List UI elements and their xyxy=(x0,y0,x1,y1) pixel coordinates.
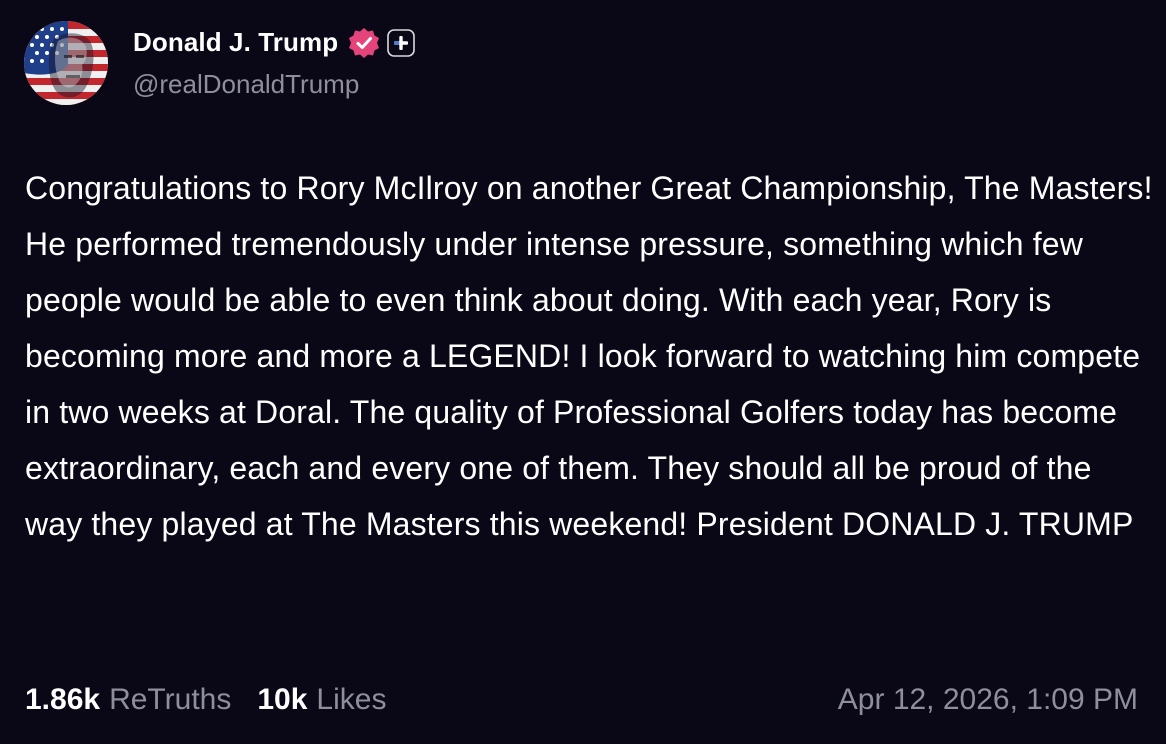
retruths-count: 1.86k xyxy=(25,683,101,716)
post-header: Donald J. Trump @realDonaldTrump xyxy=(24,21,415,105)
post-text: Congratulations to Rory McIlroy on anoth… xyxy=(25,170,1153,542)
post-footer: 1.86k ReTruths 10k Likes Apr 12, 2026, 1… xyxy=(25,678,1138,722)
flag-portrait-avatar-icon xyxy=(24,21,108,105)
verified-badge-icon xyxy=(347,26,381,60)
retruths-label: ReTruths xyxy=(109,683,232,716)
post-timestamp[interactable]: Apr 12, 2026, 1:09 PM xyxy=(838,683,1138,717)
plus-icon[interactable] xyxy=(387,28,415,57)
name-row: Donald J. Trump xyxy=(133,23,415,63)
truth-post: Donald J. Trump @realDonaldTrump Congrat… xyxy=(0,0,1166,744)
handle[interactable]: @realDonaldTrump xyxy=(133,69,415,100)
likes-count: 10k xyxy=(257,683,308,716)
likes-label: Likes xyxy=(316,683,387,716)
author-identity: Donald J. Trump @realDonaldTrump xyxy=(133,23,415,100)
display-name[interactable]: Donald J. Trump xyxy=(133,27,338,58)
likes-stat[interactable]: 10k Likes xyxy=(257,683,386,717)
post-stats: 1.86k ReTruths 10k Likes xyxy=(25,683,386,717)
retruths-stat[interactable]: 1.86k ReTruths xyxy=(25,683,231,717)
avatar[interactable] xyxy=(24,21,108,105)
